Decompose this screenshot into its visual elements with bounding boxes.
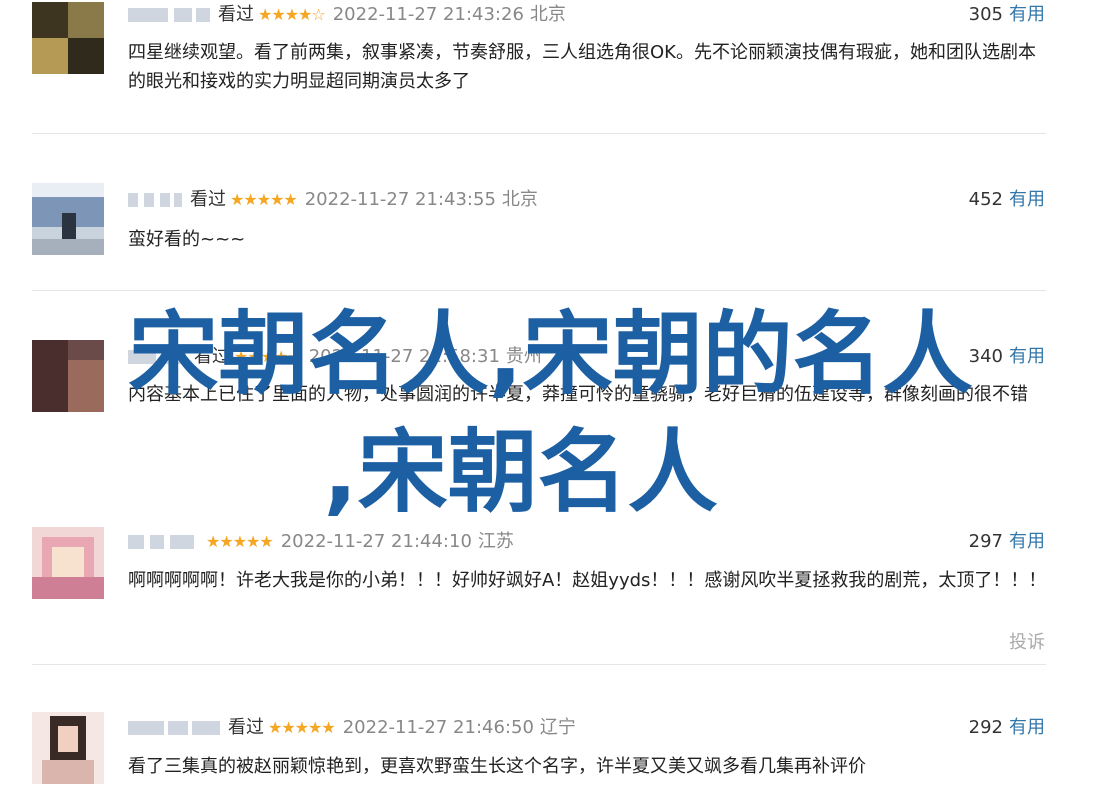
review-time: 2022-11-27 21:44:10 xyxy=(280,531,472,552)
useful-count: 297 xyxy=(968,531,1003,552)
review-meta: 看过 ★★★★★ 2022-11-27 21:46:50 辽宁 xyxy=(128,716,576,740)
overlay-title-line1: 宋朝名人,宋朝的名人 xyxy=(128,302,973,407)
useful-button[interactable]: 有用 xyxy=(1009,4,1045,25)
review-meta: ★★★★★ 2022-11-27 21:44:10 江苏 xyxy=(128,530,514,554)
rating-stars: ★★★★★ xyxy=(230,190,298,209)
user-avatar[interactable] xyxy=(32,2,104,74)
useful-count: 452 xyxy=(968,189,1003,210)
user-avatar[interactable] xyxy=(32,712,104,784)
review-text: 啊啊啊啊啊！许老大我是你的小弟！！！好帅好飒好A！赵姐yyds！！！感谢风吹半夏… xyxy=(128,570,1047,591)
rating-stars: ★★★★★ xyxy=(268,718,336,737)
watched-label: 看过 xyxy=(228,717,264,738)
divider xyxy=(32,290,1046,291)
review-text: 四星继续观望。看了前两集，叙事紧凑，节奏舒服，三人组选角很OK。先不论丽颖演技偶… xyxy=(128,42,1036,92)
watched-label: 看过 xyxy=(218,4,254,25)
useful-button[interactable]: 有用 xyxy=(1009,531,1045,552)
useful-vote[interactable]: 292 有用 xyxy=(969,716,1045,740)
useful-button[interactable]: 有用 xyxy=(1009,717,1045,738)
user-avatar[interactable] xyxy=(32,183,104,255)
watched-label: 看过 xyxy=(190,189,226,210)
divider xyxy=(32,664,1046,665)
useful-count: 292 xyxy=(968,717,1003,738)
review-location: 北京 xyxy=(529,4,566,25)
useful-count: 305 xyxy=(968,4,1003,25)
overlay-title-line2: ,宋朝名人 xyxy=(323,420,718,525)
username-blurred[interactable] xyxy=(128,535,196,549)
review-text: 看了三集真的被赵丽颖惊艳到，更喜欢野蛮生长这个名字，许半夏又美又飒多看几集再补评… xyxy=(128,756,866,777)
divider xyxy=(32,133,1046,134)
username-blurred[interactable] xyxy=(128,8,212,22)
review-time: 2022-11-27 21:46:50 xyxy=(342,717,534,738)
review-location: 江苏 xyxy=(477,531,514,552)
useful-vote[interactable]: 297 有用 xyxy=(969,530,1045,554)
report-link[interactable]: 投诉 xyxy=(1009,628,1045,654)
user-avatar[interactable] xyxy=(32,527,104,599)
review-meta: 看过 ★★★★★ 2022-11-27 21:43:55 北京 xyxy=(128,188,538,212)
review-location: 北京 xyxy=(501,189,538,210)
review-text: 蛮好看的~~~ xyxy=(128,229,246,250)
review-time: 2022-11-27 21:43:55 xyxy=(304,189,496,210)
username-blurred[interactable] xyxy=(128,193,184,207)
rating-stars: ★★★★☆ xyxy=(258,5,326,24)
useful-vote[interactable]: 305 有用 xyxy=(969,3,1045,27)
username-blurred[interactable] xyxy=(128,721,222,735)
review-location: 辽宁 xyxy=(539,717,576,738)
review-meta: 看过 ★★★★☆ 2022-11-27 21:43:26 北京 xyxy=(128,3,566,27)
rating-stars: ★★★★★ xyxy=(206,532,274,551)
useful-button[interactable]: 有用 xyxy=(1009,189,1045,210)
useful-vote[interactable]: 452 有用 xyxy=(969,188,1045,212)
review-time: 2022-11-27 21:43:26 xyxy=(332,4,524,25)
